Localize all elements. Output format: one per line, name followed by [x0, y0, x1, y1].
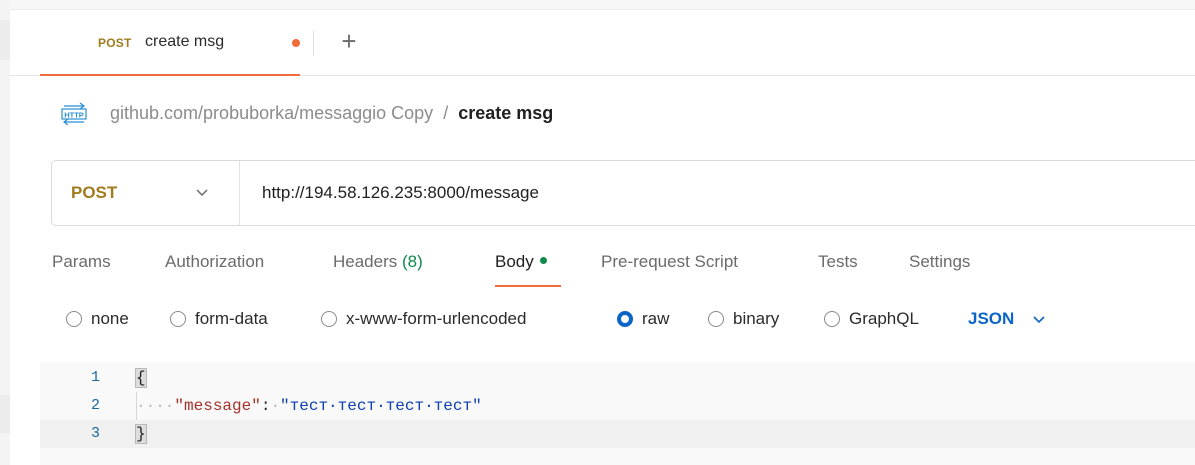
tab-settings[interactable]: Settings — [909, 252, 970, 272]
url-input[interactable] — [262, 181, 1162, 205]
window-top-edge — [10, 0, 1195, 10]
body-mode-urlencoded[interactable]: x-www-form-urlencoded — [321, 306, 526, 332]
http-method-dropdown[interactable]: POST — [52, 161, 240, 225]
tab-headers[interactable]: Headers (8) — [333, 252, 423, 272]
chevron-down-icon — [1032, 312, 1046, 326]
tab-method-label: POST — [98, 36, 132, 50]
code-line: } — [135, 424, 147, 444]
json-key: "message" — [174, 397, 261, 415]
tab-authorization[interactable]: Authorization — [165, 252, 264, 272]
body-mode-binary-label: binary — [733, 309, 780, 328]
body-code-editor[interactable]: 1 { 2 ····"message":·"тест·тест·тест·тес… — [40, 362, 1195, 465]
matched-brace-open: { — [135, 368, 147, 388]
body-mode-binary[interactable]: binary — [708, 306, 779, 332]
radio-raw-selected[interactable] — [617, 311, 633, 327]
tab-body-label: Body — [495, 252, 534, 271]
breadcrumb: HTTP github.com/probuborka/messaggio Cop… — [60, 98, 553, 128]
line-number: 1 — [90, 369, 100, 386]
http-method-value: POST — [71, 183, 118, 202]
unsaved-changes-dot — [292, 39, 300, 47]
radio-form-data[interactable] — [170, 311, 186, 327]
editor-line: 2 ····"message":·"тест·тест·тест·тест" — [40, 392, 1195, 420]
headers-count-badge: (8) — [402, 252, 423, 271]
raw-language-value: JSON — [968, 309, 1015, 328]
editor-line: 1 { — [40, 364, 1195, 392]
whitespace-markers: ···· — [136, 397, 175, 415]
body-mode-graphql-label: GraphQL — [849, 309, 919, 328]
whitespace-markers: · — [270, 397, 281, 415]
left-sidebar-edge — [0, 0, 10, 465]
body-mode-graphql[interactable]: GraphQL — [824, 306, 919, 332]
tab-headers-label: Headers — [333, 252, 398, 271]
body-has-content-dot — [539, 257, 547, 265]
tab-body[interactable]: Body — [495, 252, 547, 272]
raw-language-dropdown[interactable]: JSON — [968, 306, 1046, 332]
request-tab-create-msg[interactable]: POST create msg — [40, 10, 300, 76]
line-number: 2 — [90, 397, 100, 414]
editor-line-current: 3 } — [40, 420, 1195, 448]
breadcrumb-current-request[interactable]: create msg — [458, 103, 553, 124]
sidebar-edge-segment — [0, 20, 10, 60]
matched-brace-close: } — [135, 424, 147, 444]
body-mode-urlencoded-label: x-www-form-urlencoded — [346, 309, 527, 328]
radio-graphql[interactable] — [824, 311, 840, 327]
body-mode-form-data[interactable]: form-data — [170, 306, 268, 332]
active-tab-indicator — [495, 285, 561, 287]
new-tab-button[interactable]: + — [336, 26, 362, 56]
tab-pre-request-script[interactable]: Pre-request Script — [601, 252, 738, 272]
breadcrumb-separator: / — [443, 102, 449, 123]
json-colon: : — [260, 397, 271, 415]
code-line: { — [135, 368, 147, 388]
body-mode-none[interactable]: none — [66, 306, 129, 332]
request-tab-bar: POST create msg + — [10, 10, 1195, 76]
chevron-down-icon — [194, 184, 210, 200]
body-mode-raw[interactable]: raw — [617, 306, 669, 332]
tab-tests[interactable]: Tests — [818, 252, 858, 272]
code-line: ····"message":·"тест·тест·тест·тест" — [136, 397, 482, 415]
breadcrumb-collection-link[interactable]: github.com/probuborka/messaggio Copy — [110, 103, 433, 124]
json-string-value: "тест·тест·тест·тест" — [280, 397, 482, 415]
tab-params[interactable]: Params — [52, 252, 111, 272]
radio-binary[interactable] — [708, 311, 724, 327]
url-bar: POST — [51, 160, 1195, 226]
radio-urlencoded[interactable] — [321, 311, 337, 327]
body-mode-none-label: none — [91, 309, 129, 328]
radio-none[interactable] — [66, 311, 82, 327]
http-request-icon: HTTP — [60, 101, 88, 126]
body-mode-form-data-label: form-data — [195, 309, 268, 328]
tab-title: create msg — [145, 33, 225, 50]
line-number: 3 — [90, 425, 100, 442]
svg-text:HTTP: HTTP — [64, 111, 84, 120]
sidebar-edge-segment — [0, 395, 10, 433]
body-mode-raw-label: raw — [642, 309, 670, 328]
tab-divider — [313, 30, 314, 56]
